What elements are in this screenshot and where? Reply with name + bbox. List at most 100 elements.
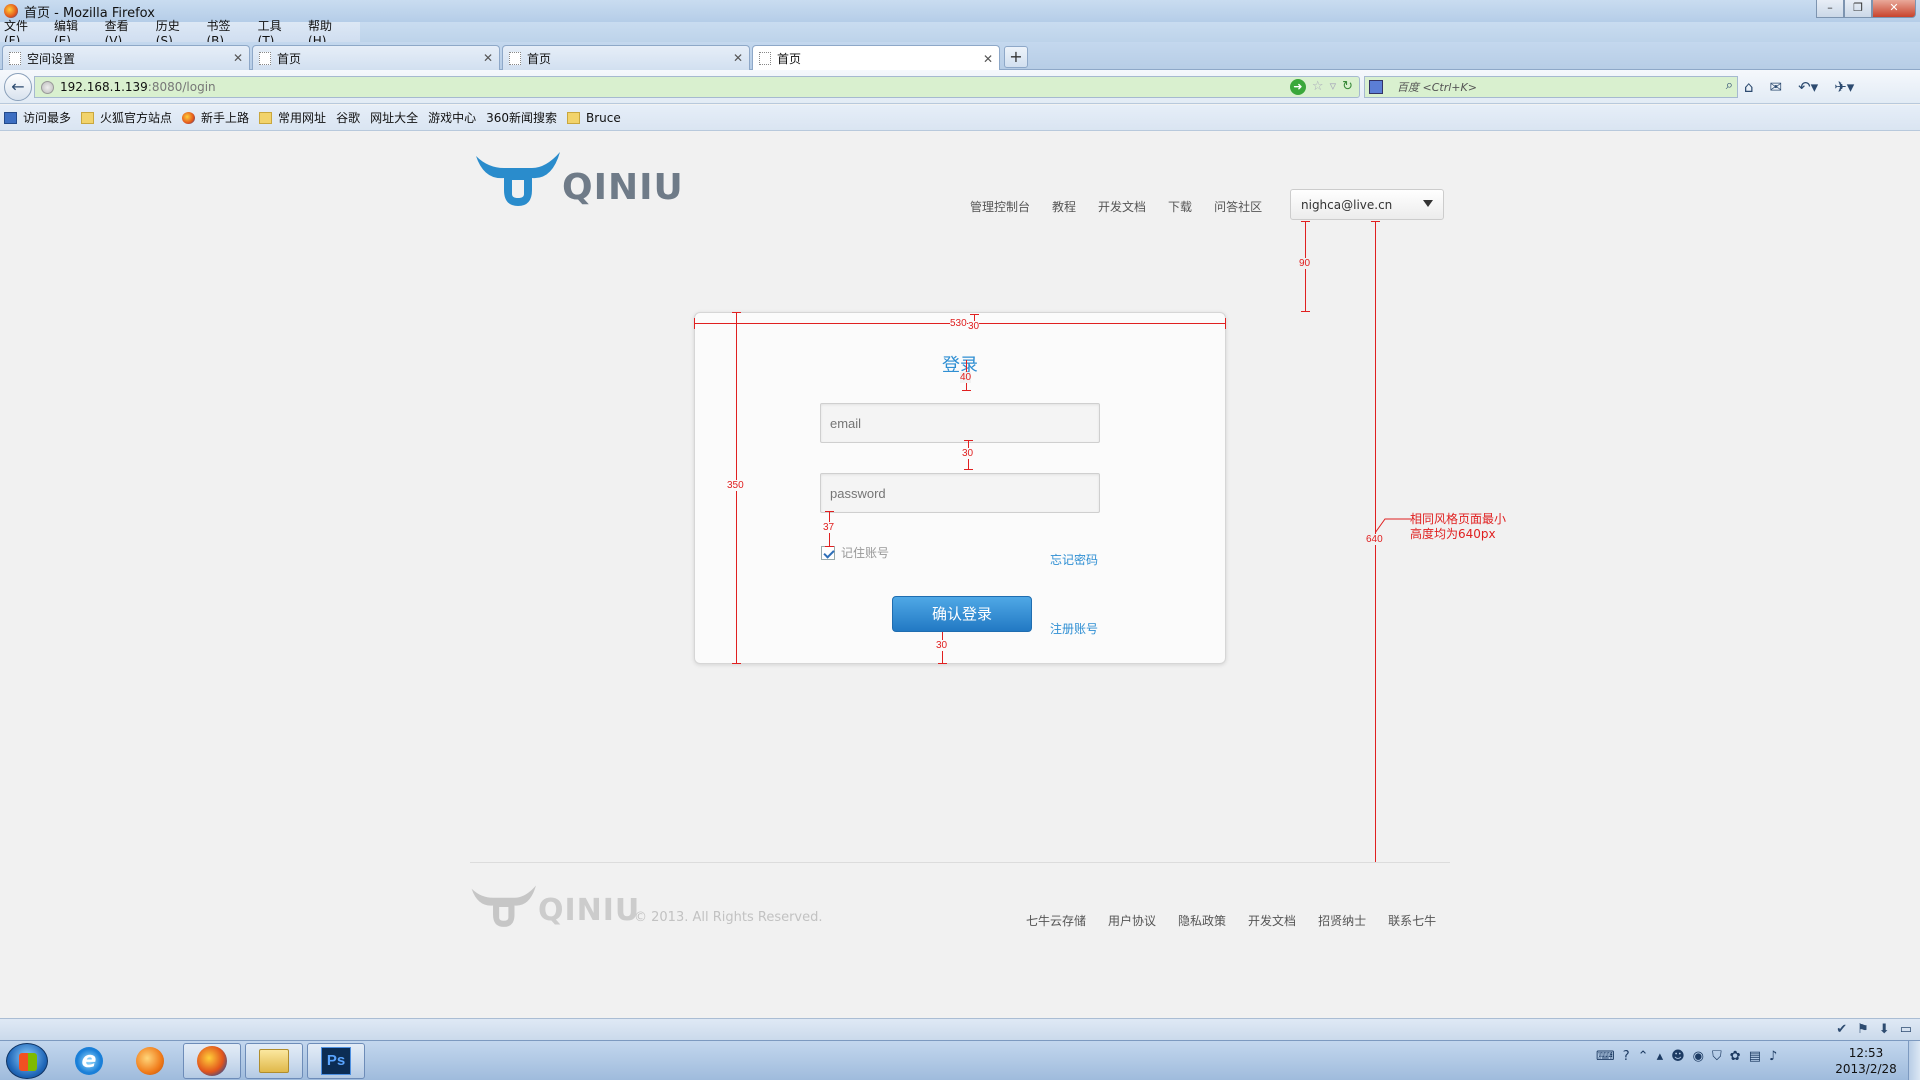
back-button[interactable]: ← [4,73,32,101]
qq-icon[interactable]: ☻ [1671,1049,1685,1064]
notification-icon[interactable]: ⌃ [1638,1049,1649,1064]
bookmark-common-sites[interactable]: 常用网址 [259,109,326,126]
go-icon[interactable]: ➜ [1289,79,1306,95]
show-hidden-icons[interactable]: ▴ [1657,1049,1664,1064]
bookmark-star-icon[interactable]: ☆ [1312,79,1324,95]
url-bar[interactable]: 192.168.1.139 :8080/login ➜ ☆ ▿ ↻ [34,76,1360,98]
reload-icon[interactable]: ↻ [1342,79,1353,95]
dropdown-icon[interactable]: ▿ [1330,79,1337,95]
shield-icon[interactable]: ⛉ [1712,1049,1722,1064]
tab-home-2[interactable]: 首页 ✕ [502,45,750,70]
close-icon[interactable]: ✕ [983,52,993,66]
most-visited-icon [4,111,17,124]
user-account-dropdown[interactable]: nighca@live.cn [1290,189,1444,220]
search-engine-icon[interactable] [1369,80,1383,94]
measure-tick [732,663,741,664]
network-icon[interactable]: ▤ [1749,1049,1761,1064]
help-icon[interactable]: ? [1623,1049,1630,1064]
measure-tick [1301,221,1310,222]
show-desktop-button[interactable] [1908,1041,1920,1080]
login-submit-button[interactable]: 确认登录 [892,596,1032,632]
tab-home-1[interactable]: 首页 ✕ [252,45,500,70]
register-link[interactable]: 注册账号 [1050,620,1098,637]
close-window-button[interactable]: ✕ [1872,0,1916,18]
footer-link-careers[interactable]: 招贤纳士 [1318,912,1366,929]
tools-icon[interactable]: ✈▾ [1834,78,1854,96]
clock-time: 12:53 [1848,1046,1884,1060]
bookmark-game-center[interactable]: 游戏中心 [0,109,476,249]
url-bar-icons: ➜ ☆ ▿ ↻ [1289,79,1353,95]
nav-download[interactable]: 下载 [1168,198,1192,215]
footer-link-user-agreement[interactable]: 用户协议 [1108,912,1156,929]
taskbar-internet-explorer[interactable]: e [60,1043,118,1079]
taskbar-photoshop[interactable]: Ps [307,1043,365,1079]
page-icon [759,52,771,65]
search-icon[interactable]: ⌕ [1726,78,1733,93]
tab-space-settings[interactable]: 空间设置 ✕ [2,45,250,70]
qiniu-logo[interactable]: QINIU [474,150,684,210]
tab-strip: 空间设置 ✕ 首页 ✕ 首页 ✕ 首页 ✕ + [0,42,1920,71]
music-player-icon [136,1047,164,1075]
qiniu-bull-logo-icon [471,885,536,927]
measure-checkbox-gap-label: 37 [823,522,835,533]
addon-icon[interactable]: ✔ [1836,1022,1847,1037]
nav-qa-community[interactable]: 问答社区 [1214,198,1262,215]
security-icon[interactable]: ◉ [1693,1049,1704,1064]
close-icon[interactable]: ✕ [733,51,743,65]
nav-dev-docs[interactable]: 开发文档 [1098,198,1146,215]
footer-link-privacy[interactable]: 隐私政策 [1178,912,1226,929]
bookmark-label: 新手上路 [201,111,250,125]
email-input[interactable] [820,403,1100,443]
menu-bar-filler [360,22,1920,42]
forgot-password-link[interactable]: 忘记密码 [1050,551,1098,568]
bookmark-360-news[interactable]: 360新闻搜索 [0,109,557,249]
minimize-button[interactable]: – [1816,0,1844,18]
close-icon[interactable]: ✕ [483,51,493,65]
annotation-note: 相同风格页面最小 高度均为640px [1410,512,1506,542]
download-icon[interactable]: ⬇ [1879,1022,1890,1037]
footer-link-dev-docs[interactable]: 开发文档 [1248,912,1296,929]
share-icon[interactable]: ↶▾ [1798,78,1818,96]
footer-link-cloud-storage[interactable]: 七牛云存储 [1026,912,1086,929]
window-icon[interactable]: ▭ [1900,1022,1912,1037]
nav-console[interactable]: 管理控制台 [970,198,1030,215]
bookmark-getting-started[interactable]: 新手上路 [182,109,249,126]
mail-icon[interactable]: ✉ [1770,78,1783,96]
taskbar-file-explorer[interactable] [245,1043,303,1079]
bookmark-site-directory[interactable]: 网址大全 [0,109,418,249]
search-bar[interactable]: 百度 <Ctrl+K> ⌕ [1364,76,1738,98]
measure-title-gap-label: 40 [960,372,972,383]
measure-card-width-label: 530 [950,318,967,329]
volume-icon[interactable]: ♪ [1769,1049,1777,1064]
bookmark-label: 火狐官方站点 [100,111,173,125]
new-tab-button[interactable]: + [1004,46,1028,68]
measure-bottom-pad-label: 30 [936,640,948,651]
maximize-button[interactable]: ❐ [1844,0,1872,18]
keyboard-icon[interactable]: ⌨ [1596,1049,1615,1064]
measure-tick [1371,221,1380,222]
measure-top-pad-label: 30 [968,321,980,332]
remember-checkbox[interactable] [821,545,835,560]
tab-home-active[interactable]: 首页 ✕ [752,45,1000,71]
antivirus-icon[interactable]: ✿ [1730,1049,1741,1064]
bookmark-bruce[interactable]: Bruce [567,111,621,125]
photoshop-icon: Ps [321,1047,351,1075]
start-button[interactable] [6,1043,48,1079]
bookmark-google[interactable]: 谷歌 [0,109,360,249]
menu-bar: 文件(F) 编辑(E) 查看(V) 历史(S) 书签(B) 工具(T) 帮助(H… [0,19,360,48]
nav-tutorial[interactable]: 教程 [1052,198,1076,215]
taskbar-firefox[interactable] [183,1043,241,1079]
flag-icon[interactable]: ⚑ [1857,1022,1869,1037]
site-identity-icon[interactable] [41,80,54,94]
taskbar-clock[interactable]: 12:53 2013/2/28 [1826,1045,1906,1077]
bookmark-firefox-site[interactable]: 火狐官方站点 [81,109,172,126]
bookmark-most-visited[interactable]: 访问最多 [4,109,71,126]
taskbar-music-player[interactable] [121,1043,179,1079]
home-icon[interactable]: ⌂ [1744,78,1754,96]
page-icon [259,51,271,65]
footer-logo: QINIU [470,884,640,930]
close-icon[interactable]: ✕ [233,51,243,65]
url-path: :8080/login [147,80,216,94]
password-input[interactable] [820,473,1100,513]
footer-link-contact[interactable]: 联系七牛 [1388,912,1436,929]
